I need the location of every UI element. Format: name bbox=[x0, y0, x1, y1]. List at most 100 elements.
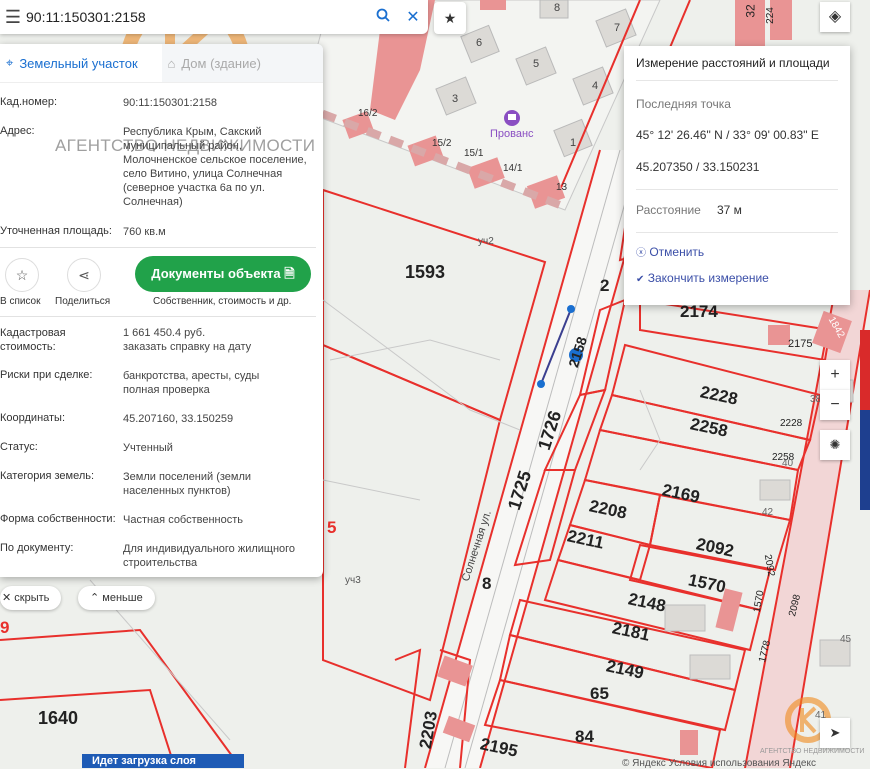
search-input[interactable]: 90:11:150301:2158 bbox=[26, 9, 368, 25]
status-value: Учтенный bbox=[123, 442, 173, 454]
loading-bar: Идет загрузка слоя bbox=[82, 754, 244, 768]
tab-label: Дом (здание) bbox=[181, 55, 261, 71]
field-label: Адрес: bbox=[0, 125, 35, 137]
map-label: 15/2 bbox=[432, 138, 452, 149]
hide-label: скрыть bbox=[14, 592, 50, 604]
map-label: 8 bbox=[554, 2, 561, 14]
cost-value: 1 661 450.4 руб. bbox=[123, 327, 206, 339]
map-label: 42 bbox=[762, 507, 774, 518]
map-label: 15/1 bbox=[464, 148, 484, 159]
poi-label: Прованс bbox=[490, 128, 534, 140]
less-button[interactable]: ⌃ меньше bbox=[78, 586, 155, 610]
map-label: 2 bbox=[600, 276, 610, 295]
distance-label: Расстояние bbox=[636, 203, 701, 217]
full-check-link[interactable]: полная проверка bbox=[123, 383, 313, 397]
map-label: 2175 bbox=[788, 338, 813, 350]
close-icon[interactable]: ✕ bbox=[398, 7, 428, 27]
risk-value: банкротства, аресты, суды bbox=[123, 370, 260, 382]
cancel-label: Отменить bbox=[649, 245, 705, 259]
pin-icon: ⌖ bbox=[6, 55, 14, 70]
menu-icon[interactable]: ☰ bbox=[0, 7, 26, 28]
hide-button[interactable]: ✕ скрыть bbox=[0, 586, 62, 610]
finish-label: Закончить измерение bbox=[647, 271, 769, 285]
field-label: Статус: bbox=[0, 441, 38, 453]
spinner-icon[interactable]: ✺ bbox=[820, 430, 850, 460]
finish-measure-button[interactable]: ✔ Закончить измерение bbox=[636, 271, 769, 285]
map-label: 1 bbox=[570, 137, 577, 149]
last-point-dms: 45° 12' 26.46" N / 33° 09' 00.83" E bbox=[636, 128, 819, 142]
to-list-label[interactable]: В список bbox=[0, 296, 41, 307]
hotel-icon[interactable] bbox=[504, 110, 520, 126]
map-label: 40 bbox=[782, 458, 794, 469]
navigation-icon[interactable]: ➤ bbox=[820, 718, 850, 748]
area-value: 760 кв.м bbox=[123, 226, 166, 238]
field-label: Уточненная площадь: bbox=[0, 225, 112, 237]
layers-icon[interactable]: ◈ bbox=[820, 2, 850, 32]
document-icon: 🗎 bbox=[284, 266, 295, 281]
share-icon[interactable]: ⋖ bbox=[67, 258, 101, 292]
map-label: 2174 bbox=[680, 302, 718, 321]
field-label: Координаты: bbox=[0, 412, 66, 424]
map-label: 6 bbox=[476, 37, 483, 49]
map-label: 224 bbox=[764, 7, 776, 24]
measurement-panel: Измерение расстояний и площади Последняя… bbox=[624, 46, 850, 305]
ownership-value: Частная собственность bbox=[123, 514, 244, 526]
distance-value: 37 м bbox=[717, 203, 742, 217]
share-label[interactable]: Поделиться bbox=[55, 296, 110, 307]
map-label: 4 bbox=[592, 80, 599, 92]
map-label: 45 bbox=[840, 634, 852, 645]
map-label: 84 bbox=[575, 727, 594, 746]
map-label: 32 bbox=[743, 4, 758, 18]
document-purpose-value: Для индивидуального жилищного строительс… bbox=[123, 543, 296, 569]
copyright[interactable]: © Яндекс Условия использования Яндекс bbox=[622, 758, 816, 769]
house-icon: ⌂ bbox=[167, 55, 176, 71]
map-label: 2228 bbox=[780, 418, 803, 429]
zoom-in-button[interactable]: + bbox=[820, 360, 850, 390]
measurement-title: Измерение расстояний и площади bbox=[636, 56, 830, 70]
field-label: Категория земель: bbox=[0, 470, 95, 482]
search-icon[interactable] bbox=[368, 8, 398, 27]
field-label: Кадастровая стоимость: bbox=[0, 327, 66, 353]
map-label: 5 bbox=[327, 518, 337, 537]
info-panel: ⌖ Земельный участок ⌂ Дом (здание) АГЕНТСТ… bbox=[0, 44, 323, 577]
less-label: меньше bbox=[102, 592, 143, 604]
map-label: 1640 bbox=[38, 708, 79, 728]
field-label: По документу: bbox=[0, 542, 74, 554]
map-label: уч2 bbox=[478, 236, 494, 247]
check-icon: ✔ bbox=[636, 274, 645, 285]
documents-button[interactable]: Документы объекта 🗎 bbox=[135, 256, 311, 292]
map-label: 16/2 bbox=[358, 108, 378, 119]
star-icon[interactable]: ☆ bbox=[5, 258, 39, 292]
field-label: Форма собственности: bbox=[0, 513, 116, 525]
zoom-out-button[interactable]: − bbox=[820, 390, 850, 420]
field-label: Риски при сделке: bbox=[0, 369, 93, 381]
search-bar: ☰ 90:11:150301:2158 ✕ bbox=[0, 0, 428, 34]
field-label: Кад.номер: bbox=[0, 96, 58, 108]
tab-house[interactable]: ⌂ Дом (здание) bbox=[161, 44, 323, 82]
map-label: 9 bbox=[0, 618, 10, 637]
documents-button-label: Документы объекта bbox=[151, 266, 281, 281]
order-certificate-link[interactable]: заказать справку на дату bbox=[123, 340, 313, 354]
tab-label: Земельный участок bbox=[19, 55, 138, 71]
coordinates-value: 45.207160, 33.150259 bbox=[123, 413, 234, 425]
map-label: 5 bbox=[533, 58, 540, 70]
last-point-decimal: 45.207350 / 33.150231 bbox=[636, 160, 760, 174]
map-label: 7 bbox=[614, 22, 621, 34]
map-label: 65 bbox=[590, 684, 609, 703]
last-point-label: Последняя точка bbox=[636, 97, 731, 111]
address-value: Республика Крым, Сакский муниципальный р… bbox=[123, 126, 307, 208]
star-icon[interactable]: ★ bbox=[434, 2, 466, 34]
cadastral-number-link[interactable]: 90:11:150301:2158 bbox=[123, 96, 313, 110]
cancel-button[interactable]: ⓧ Отменить bbox=[636, 244, 704, 259]
map-label: уч3 bbox=[345, 575, 361, 586]
map-label: 1593 bbox=[405, 262, 446, 282]
tab-land-plot[interactable]: ⌖ Земельный участок bbox=[0, 44, 162, 82]
documents-sub: Собственник, стоимость и др. bbox=[153, 296, 292, 307]
map-label: 8 bbox=[482, 574, 492, 593]
close-icon: ⓧ bbox=[636, 248, 646, 259]
small-logo-text: АГЕНТСТВО НЕДВИЖИМОСТИ bbox=[760, 748, 865, 755]
category-value: Земли поселений (земли населенных пункто… bbox=[123, 471, 252, 497]
edge-strip-blue bbox=[860, 410, 870, 510]
map-label: 13 bbox=[556, 182, 568, 193]
map-label: 3 bbox=[452, 93, 459, 105]
